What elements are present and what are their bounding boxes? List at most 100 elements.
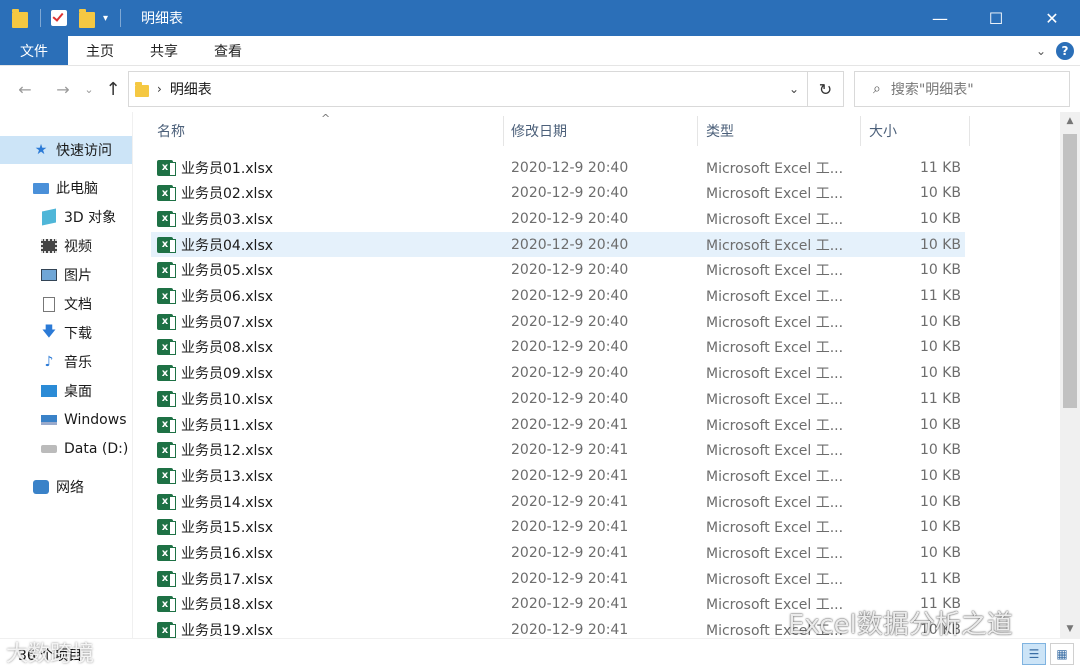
- file-row[interactable]: x 业务员03.xlsx 2020-12-9 20:40 Microsoft Exce…: [151, 206, 965, 231]
- file-row[interactable]: x 业务员13.xlsx 2020-12-9 20:41 Microsoft Exce…: [151, 463, 965, 488]
- file-modified: 2020-12-9 20:41: [511, 545, 629, 561]
- column-divider[interactable]: [503, 116, 504, 146]
- column-header-modified[interactable]: 修改日期: [511, 112, 697, 150]
- scrollbar-thumb[interactable]: [1063, 134, 1077, 408]
- breadcrumb-current[interactable]: 明细表: [170, 79, 212, 99]
- tab-view[interactable]: 查看: [196, 36, 260, 65]
- file-modified: 2020-12-9 20:41: [511, 493, 629, 510]
- file-row[interactable]: x 业务员01.xlsx 2020-12-9 20:40 Microsoft Exce…: [151, 155, 965, 180]
- customize-toolbar-icon[interactable]: ▾: [103, 13, 108, 24]
- nav-item-3d-objects[interactable]: 3D 对象: [0, 203, 132, 231]
- recent-locations-button[interactable]: ⌄: [78, 83, 100, 96]
- file-row[interactable]: x 业务员04.xlsx 2020-12-9 20:40 Microsoft Exce…: [151, 232, 965, 258]
- tab-file[interactable]: 文件: [0, 36, 68, 65]
- file-name-cell[interactable]: x 业务员08.xlsx: [157, 335, 273, 360]
- file-name-cell[interactable]: x 业务员14.xlsx: [157, 489, 273, 514]
- file-row[interactable]: x 业务员10.xlsx 2020-12-9 20:40 Microsoft Exce…: [151, 386, 965, 411]
- nav-item-network[interactable]: 网络: [0, 473, 132, 501]
- column-header-size[interactable]: 大小: [869, 112, 969, 150]
- file-row[interactable]: x 业务员15.xlsx 2020-12-9 20:41 Microsoft Exce…: [151, 515, 965, 540]
- nav-item-music[interactable]: ♪ 音乐: [0, 348, 132, 376]
- back-button[interactable]: ←: [14, 80, 36, 99]
- file-row[interactable]: x 业务员02.xlsx 2020-12-9 20:40 Microsoft Exce…: [151, 181, 965, 206]
- forward-button[interactable]: →: [52, 80, 74, 99]
- file-name-cell[interactable]: x 业务员17.xlsx: [157, 566, 273, 591]
- file-name-cell[interactable]: x 业务员07.xlsx: [157, 309, 273, 334]
- excel-file-icon: x: [157, 313, 176, 330]
- breadcrumb-separator[interactable]: ›: [157, 82, 162, 96]
- nav-item-data-drive[interactable]: Data (D:): [0, 435, 132, 463]
- column-header-name[interactable]: 名称: [157, 112, 503, 150]
- file-name-cell[interactable]: x 业务员05.xlsx: [157, 258, 273, 283]
- nav-item-windows-drive[interactable]: Windows: [0, 406, 132, 434]
- excel-file-icon: x: [157, 467, 176, 484]
- file-name-cell[interactable]: x 业务员19.xlsx: [157, 618, 273, 638]
- address-history-icon[interactable]: ⌄: [789, 82, 799, 96]
- music-icon: ♪: [44, 354, 54, 370]
- file-row[interactable]: x 业务员17.xlsx 2020-12-9 20:41 Microsoft Exce…: [151, 566, 965, 591]
- nav-item-downloads[interactable]: 🡇 下载: [0, 319, 132, 347]
- nav-item-documents[interactable]: 文档: [0, 290, 132, 318]
- refresh-button[interactable]: ↻: [808, 71, 844, 107]
- file-row[interactable]: x 业务员16.xlsx 2020-12-9 20:41 Microsoft Exce…: [151, 541, 965, 566]
- nav-item-quick-access[interactable]: ★ 快速访问: [0, 136, 132, 164]
- file-row[interactable]: x 业务员06.xlsx 2020-12-9 20:40 Microsoft Exce…: [151, 284, 965, 309]
- file-name-cell[interactable]: x 业务员02.xlsx: [157, 181, 273, 206]
- minimize-button[interactable]: —: [912, 0, 968, 36]
- scroll-up-icon[interactable]: ▲: [1060, 112, 1080, 130]
- excel-file-icon: x: [157, 185, 176, 202]
- close-button[interactable]: ✕: [1024, 0, 1080, 36]
- file-name-cell[interactable]: x 业务员18.xlsx: [157, 592, 273, 617]
- column-divider[interactable]: [860, 116, 861, 146]
- file-name-cell[interactable]: x 业务员16.xlsx: [157, 541, 273, 566]
- nav-item-pictures[interactable]: 图片: [0, 261, 132, 289]
- file-name-cell[interactable]: x 业务员13.xlsx: [157, 463, 273, 488]
- new-folder-icon[interactable]: [79, 8, 95, 28]
- up-button[interactable]: ↑: [102, 79, 124, 100]
- maximize-button[interactable]: ☐: [968, 0, 1024, 36]
- file-name-cell[interactable]: x 业务员09.xlsx: [157, 361, 273, 386]
- tab-share[interactable]: 共享: [132, 36, 196, 65]
- file-modified: 2020-12-9 20:41: [511, 416, 629, 433]
- help-icon[interactable]: ?: [1056, 42, 1074, 60]
- details-view-button[interactable]: ☰: [1022, 643, 1046, 665]
- file-modified: 2020-12-9 20:40: [511, 236, 629, 253]
- excel-file-icon: x: [157, 570, 176, 587]
- nav-item-desktop[interactable]: 桌面: [0, 377, 132, 405]
- file-row[interactable]: x 业务员08.xlsx 2020-12-9 20:40 Microsoft Exce…: [151, 335, 965, 360]
- vertical-scrollbar[interactable]: ▲ ▼: [1060, 112, 1080, 638]
- file-row[interactable]: x 业务员07.xlsx 2020-12-9 20:40 Microsoft Exce…: [151, 309, 965, 334]
- address-bar[interactable]: › 明细表 ⌄: [128, 71, 808, 107]
- column-divider[interactable]: [969, 116, 970, 146]
- file-name-cell[interactable]: x 业务员15.xlsx: [157, 515, 273, 540]
- excel-file-icon: x: [157, 545, 176, 561]
- title-bar: ▾ 明细表 — ☐ ✕: [0, 0, 1080, 36]
- file-name-cell[interactable]: x 业务员10.xlsx: [157, 386, 273, 411]
- properties-icon[interactable]: [51, 10, 67, 26]
- expand-ribbon-icon[interactable]: ⌄: [1036, 44, 1046, 58]
- scroll-down-icon[interactable]: ▼: [1060, 620, 1080, 638]
- file-row[interactable]: x 业务员14.xlsx 2020-12-9 20:41 Microsoft Exce…: [151, 489, 965, 514]
- nav-item-videos[interactable]: 视频: [0, 232, 132, 260]
- file-row[interactable]: x 业务员12.xlsx 2020-12-9 20:41 Microsoft Exce…: [151, 438, 965, 463]
- column-header-type[interactable]: 类型: [706, 112, 860, 150]
- large-icons-view-button[interactable]: ▦: [1050, 643, 1074, 665]
- file-name-cell[interactable]: x 业务员01.xlsx: [157, 155, 273, 180]
- tab-home[interactable]: 主页: [68, 36, 132, 65]
- watermark: 大数跨境: [6, 642, 95, 667]
- file-row[interactable]: x 业务员11.xlsx 2020-12-9 20:41 Microsoft Exce…: [151, 412, 965, 437]
- file-type: Microsoft Excel 工...: [706, 391, 844, 408]
- file-name-cell[interactable]: x 业务员03.xlsx: [157, 206, 273, 231]
- nav-item-label: 快速访问: [56, 143, 112, 159]
- column-divider[interactable]: [697, 116, 698, 146]
- search-input[interactable]: ⌕ 搜索"明细表": [854, 71, 1070, 107]
- file-row[interactable]: x 业务员05.xlsx 2020-12-9 20:40 Microsoft Exce…: [151, 258, 965, 283]
- file-row[interactable]: x 业务员09.xlsx 2020-12-9 20:40 Microsoft Exce…: [151, 361, 965, 386]
- file-name-cell[interactable]: x 业务员11.xlsx: [157, 412, 273, 437]
- watermark: Excel数据分析之道: [788, 610, 1013, 640]
- file-name-cell[interactable]: x 业务员06.xlsx: [157, 284, 273, 309]
- file-name-cell[interactable]: x 业务员04.xlsx: [157, 232, 273, 257]
- file-type: Microsoft Excel 工...: [706, 443, 844, 460]
- file-name-cell[interactable]: x 业务员12.xlsx: [157, 438, 273, 463]
- nav-item-this-pc[interactable]: 此电脑: [0, 174, 132, 202]
